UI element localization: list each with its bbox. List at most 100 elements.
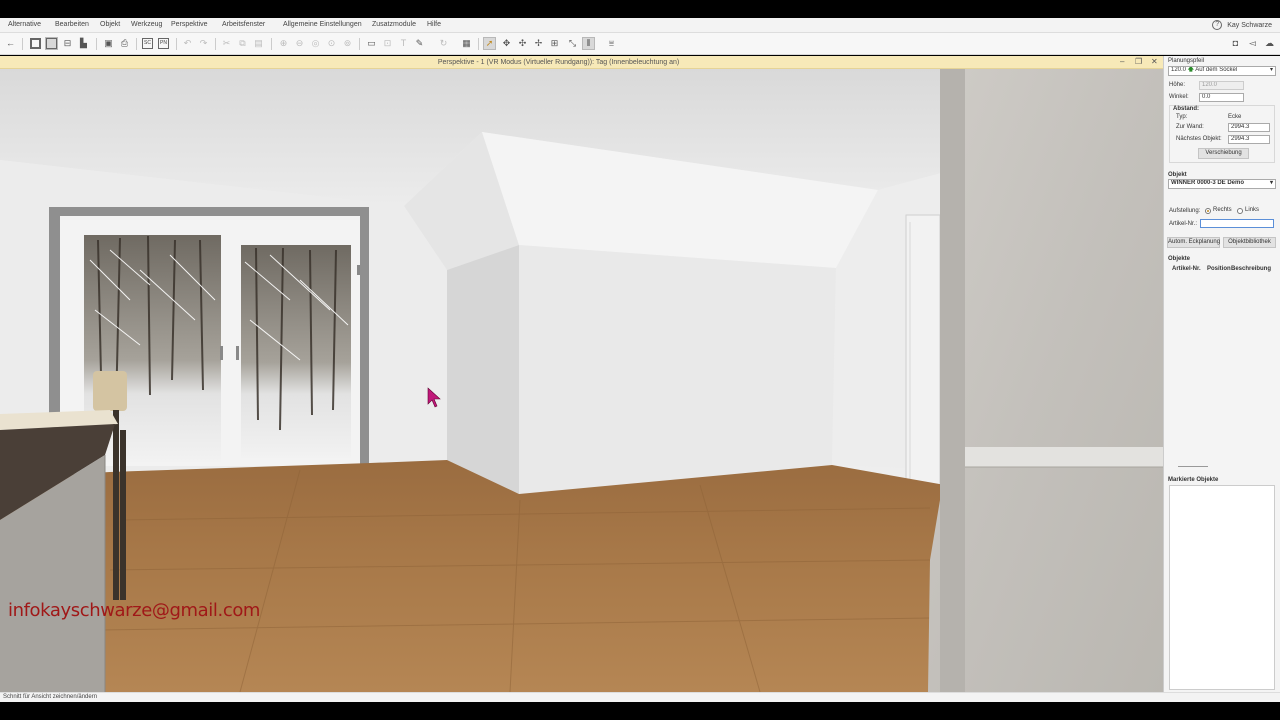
- print-icon[interactable]: ⎙: [118, 37, 131, 50]
- edit-icon[interactable]: ✎: [413, 37, 426, 50]
- toolbar-separator: [176, 38, 177, 50]
- toolbar-separator: [96, 38, 97, 50]
- measure-icon[interactable]: ⤡: [566, 37, 579, 50]
- pn-label: PN: [158, 38, 169, 49]
- text-icon[interactable]: T: [397, 37, 410, 50]
- menu-allgemeine-einstellungen[interactable]: Allgemeine Einstellungen: [283, 21, 362, 28]
- zoom-window-icon[interactable]: ◎: [309, 37, 322, 50]
- zoom-fit-icon[interactable]: ⊙: [325, 37, 338, 50]
- viewport-title: Perspektive - 1 (VR Modus (Virtueller Ru…: [437, 59, 680, 66]
- zur-wand-label: Zur Wand:: [1176, 124, 1204, 130]
- elevation-icon[interactable]: [45, 37, 58, 50]
- cloud-icon[interactable]: ☁: [1263, 37, 1276, 50]
- autom-eckplanung-button[interactable]: Autom. Eckplanung: [1167, 237, 1220, 248]
- toolbar-separator: [215, 38, 216, 50]
- splitter-handle[interactable]: [1178, 466, 1208, 467]
- menu-perspektive[interactable]: Perspektive: [171, 21, 208, 28]
- refresh-icon[interactable]: ↻: [437, 37, 450, 50]
- links-radio[interactable]: [1237, 208, 1243, 214]
- menu-arbeitsfenster[interactable]: Arbeitsfenster: [222, 21, 265, 28]
- close-icon[interactable]: ✕: [1151, 57, 1158, 66]
- hoehe-field[interactable]: 120.0: [1199, 81, 1244, 90]
- rechts-radio[interactable]: [1205, 208, 1211, 214]
- undo-icon[interactable]: ↶: [181, 37, 194, 50]
- grid-icon[interactable]: ⊞: [548, 37, 561, 50]
- dimension-icon[interactable]: ⊡: [381, 37, 394, 50]
- status-text: Schnitt für Ansicht zeichnen/ändern: [3, 694, 98, 700]
- select-arrow-icon[interactable]: ➚: [483, 37, 496, 50]
- snap-icon[interactable]: ✢: [532, 37, 545, 50]
- properties-panel: Planungspfeil 120.0 🡅 Auf dem Sockel ▾ H…: [1163, 56, 1280, 692]
- redo-icon[interactable]: ↷: [197, 37, 210, 50]
- columns-icon[interactable]: ⫴: [582, 37, 595, 50]
- restore-icon[interactable]: ❐: [1135, 57, 1142, 66]
- typ-label: Typ:: [1176, 114, 1188, 120]
- artikel-label: Artikel-Nr.:: [1169, 221, 1198, 227]
- menu-alternative[interactable]: Alternative: [8, 21, 41, 28]
- objekt-value: WINNER 0000-3 DE Demo: [1171, 180, 1245, 186]
- menu-bearbeiten[interactable]: Bearbeiten: [55, 21, 89, 28]
- column-position[interactable]: Position: [1207, 266, 1231, 272]
- typ-value: Ecke: [1228, 114, 1242, 120]
- perspective-viewport[interactable]: [0, 69, 1163, 692]
- objektbibliothek-button[interactable]: Objektbibliothek: [1223, 237, 1276, 248]
- back-icon[interactable]: ←: [4, 37, 17, 50]
- sc-label: SC: [142, 38, 153, 49]
- menu-hilfe[interactable]: Hilfe: [427, 21, 441, 28]
- height-mode-select[interactable]: 120.0 🡅 Auf dem Sockel ▾: [1168, 66, 1276, 76]
- viewport-title-bar: Perspektive - 1 (VR Modus (Virtueller Ru…: [0, 56, 1163, 69]
- aufstellung-label: Aufstellung:: [1169, 208, 1201, 214]
- toolbar-separator: [22, 38, 23, 50]
- minimize-icon[interactable]: –: [1120, 57, 1124, 66]
- zoom-all-icon[interactable]: ⊚: [341, 37, 354, 50]
- objekt-select[interactable]: WINNER 0000-3 DE Demo ▾: [1168, 179, 1276, 189]
- layer-icon[interactable]: ⩸: [605, 37, 618, 50]
- naechstes-objekt-field[interactable]: 2994.3: [1228, 135, 1270, 144]
- winkel-label: Winkel:: [1169, 94, 1189, 100]
- floorplan-icon[interactable]: [29, 37, 42, 50]
- rotate-icon[interactable]: ✣: [516, 37, 529, 50]
- toolbar-separator: [136, 38, 137, 50]
- note-icon[interactable]: ▭: [365, 37, 378, 50]
- objekt-label: Objekt: [1168, 172, 1187, 178]
- markierte-objekte-list[interactable]: [1169, 485, 1275, 690]
- sc-icon[interactable]: SC: [141, 37, 154, 50]
- paste-icon[interactable]: ▤: [252, 37, 265, 50]
- menu-zusatzmodule[interactable]: Zusatzmodule: [372, 21, 416, 28]
- toolbar: ← ⊟ ▙ ▣ ⎙ SC PN ↶ ↷ ✂ ⧉ ▤ ⊕ ⊖ ◎ ⊙ ⊚ ▭ ⊡ …: [0, 33, 1280, 55]
- letterbox-bottom: [0, 702, 1280, 720]
- cut-icon[interactable]: ✂: [220, 37, 233, 50]
- calculator-icon[interactable]: ▦: [460, 37, 473, 50]
- help-icon[interactable]: ?: [1212, 20, 1223, 30]
- column-artikel-nr[interactable]: Artikel-Nr.: [1172, 266, 1201, 272]
- move-icon[interactable]: ✥: [500, 37, 513, 50]
- column-beschreibung[interactable]: Beschreibung: [1231, 266, 1271, 272]
- verschiebung-button[interactable]: Verschiebung: [1198, 148, 1249, 159]
- up-arrow-icon: 🡅: [1187, 67, 1194, 73]
- copy-icon[interactable]: ⧉: [236, 37, 249, 50]
- links-label: Links: [1245, 207, 1260, 213]
- zur-wand-field[interactable]: 2994.3: [1228, 123, 1270, 132]
- abstand-label: Abstand:: [1173, 106, 1199, 112]
- section-icon[interactable]: ⊟: [61, 37, 74, 50]
- toolbar-separator: [359, 38, 360, 50]
- user-menu[interactable]: ? Kay Schwarze: [1212, 20, 1272, 30]
- toolbar-separator: [271, 38, 272, 50]
- menu-werkzeug[interactable]: Werkzeug: [131, 21, 162, 28]
- room-render: [0, 69, 1163, 692]
- save-icon[interactable]: ▣: [102, 37, 115, 50]
- winkel-field[interactable]: 0.0: [1199, 93, 1244, 102]
- bar-chart-icon[interactable]: ▙: [77, 37, 90, 50]
- zoom-out-icon[interactable]: ⊖: [293, 37, 306, 50]
- megaphone-icon[interactable]: ◅: [1246, 37, 1259, 50]
- objekte-label: Objekte: [1168, 256, 1191, 262]
- user-name: Kay Schwarze: [1227, 21, 1272, 29]
- menu-objekt[interactable]: Objekt: [100, 21, 120, 28]
- pn-icon[interactable]: PN: [157, 37, 170, 50]
- zoom-in-icon[interactable]: ⊕: [277, 37, 290, 50]
- menu-bar: Alternative Bearbeiten Objekt Werkzeug P…: [0, 18, 1280, 33]
- camera-icon[interactable]: ◘: [1229, 37, 1242, 50]
- artikel-field[interactable]: [1200, 219, 1274, 228]
- chevron-down-icon: ▾: [1269, 67, 1273, 73]
- markierte-objekte-label: Markierte Objekte: [1168, 477, 1219, 483]
